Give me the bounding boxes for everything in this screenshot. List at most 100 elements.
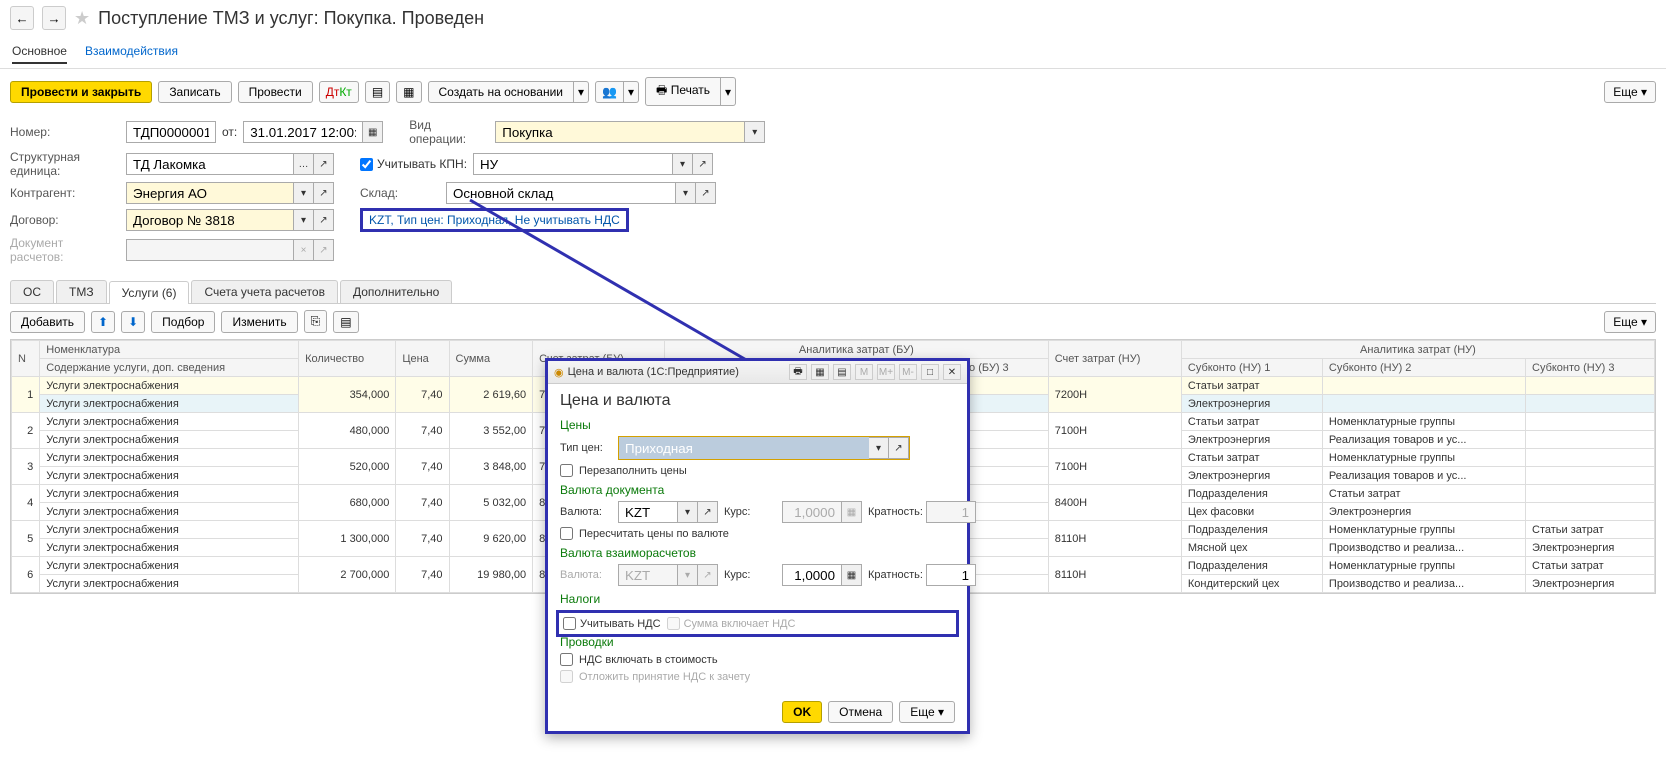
kpn-label: Учитывать КПН: xyxy=(377,157,467,171)
refill-prices-checkbox[interactable] xyxy=(560,464,573,477)
m-plus-button[interactable]: M+ xyxy=(877,364,895,380)
warehouse-field[interactable] xyxy=(446,182,676,204)
ok-button[interactable]: OK xyxy=(782,701,822,723)
tab-services[interactable]: Услуги (6) xyxy=(109,281,190,304)
col-acct-nu: Счет затрат (НУ) xyxy=(1048,341,1181,377)
kpn-field[interactable] xyxy=(473,153,673,175)
print-button[interactable]: 🖶 Печать xyxy=(645,77,721,106)
doc-curr-field[interactable] xyxy=(618,501,678,523)
settle-curr-label: Валюта: xyxy=(560,569,612,581)
contract-dd[interactable]: ▾ xyxy=(294,209,314,231)
maximize-icon[interactable]: □ xyxy=(921,364,939,380)
warehouse-dd[interactable]: ▾ xyxy=(676,182,696,204)
refill-prices-label: Перезаполнить цены xyxy=(579,465,687,477)
doc-curr-open[interactable]: ↗ xyxy=(698,501,718,523)
kpn-open[interactable]: ↗ xyxy=(693,153,713,175)
close-icon[interactable]: ✕ xyxy=(943,364,961,380)
tab-interactions[interactable]: Взаимодействия xyxy=(85,40,178,64)
fill-button[interactable]: 👥 xyxy=(595,81,624,103)
price-type-open[interactable]: ↗ xyxy=(889,437,909,459)
move-down-button[interactable]: ⬇ xyxy=(121,311,145,333)
dialog-more-button[interactable]: Еще ▾ xyxy=(899,701,955,723)
org-field[interactable] xyxy=(126,153,294,175)
doc-mult-label: Кратность: xyxy=(868,506,920,518)
optype-field[interactable] xyxy=(495,121,745,143)
contract-open[interactable]: ↗ xyxy=(314,209,334,231)
print-dd[interactable]: ▾ xyxy=(721,77,736,106)
tab-os[interactable]: ОС xyxy=(10,280,54,303)
kpn-dd[interactable]: ▾ xyxy=(673,153,693,175)
back-button[interactable]: ← xyxy=(10,6,34,30)
price-type-dd[interactable]: ▾ xyxy=(869,437,889,459)
vat-in-cost-checkbox[interactable] xyxy=(560,653,573,666)
recalc-label: Пересчитать цены по валюте xyxy=(579,528,729,540)
settlement-doc-field xyxy=(126,239,294,261)
calendar-icon[interactable]: ▦ xyxy=(363,121,383,143)
price-type-field[interactable] xyxy=(619,437,869,459)
number-field[interactable] xyxy=(126,121,216,143)
kpn-checkbox[interactable] xyxy=(360,158,373,171)
tab-additional[interactable]: Дополнительно xyxy=(340,280,452,303)
settle-mult-field[interactable] xyxy=(926,564,976,586)
col-n: N xyxy=(12,341,40,377)
defer-vat-label: Отложить принятие НДС к зачету xyxy=(579,671,750,683)
col-sum: Сумма xyxy=(449,341,533,377)
settlement-doc-open: ↗ xyxy=(314,239,334,261)
doc-mult-field xyxy=(926,501,976,523)
counterparty-dd[interactable]: ▾ xyxy=(294,182,314,204)
settle-rate-field[interactable] xyxy=(782,564,842,586)
org-label: Структурная единица: xyxy=(10,150,120,178)
contract-field[interactable] xyxy=(126,209,294,231)
m-button[interactable]: M xyxy=(855,364,873,380)
write-button[interactable]: Записать xyxy=(158,81,231,103)
counterparty-open[interactable]: ↗ xyxy=(314,182,334,204)
edit-button[interactable]: Изменить xyxy=(221,311,297,333)
doc-curr-dd[interactable]: ▾ xyxy=(678,501,698,523)
vat-consider-checkbox[interactable] xyxy=(563,617,576,630)
org-open[interactable]: ↗ xyxy=(314,153,334,175)
favorite-star-icon[interactable]: ★ xyxy=(74,8,90,29)
warehouse-label: Склад: xyxy=(360,186,440,200)
doc-rate-calc: ▦ xyxy=(842,501,862,523)
doc-icon[interactable]: ▦ xyxy=(811,364,829,380)
optype-dd[interactable]: ▾ xyxy=(745,121,765,143)
tab-accounts[interactable]: Счета учета расчетов xyxy=(191,280,337,303)
doc-rate-label: Курс: xyxy=(724,506,776,518)
fill-dd[interactable]: ▾ xyxy=(624,81,639,103)
add-row-button[interactable]: Добавить xyxy=(10,311,85,333)
more-button[interactable]: Еще ▾ xyxy=(1604,81,1656,103)
create-based-button[interactable]: Создать на основании xyxy=(428,81,575,103)
print-icon[interactable]: 🖶 xyxy=(789,364,807,380)
section-prices: Цены xyxy=(560,418,955,432)
recalc-checkbox[interactable] xyxy=(560,527,573,540)
report-button[interactable]: ▦ xyxy=(396,81,421,103)
cancel-button[interactable]: Отмена xyxy=(828,701,893,723)
tab-main[interactable]: Основное xyxy=(12,40,67,64)
dt-kt-button[interactable]: ДтКт xyxy=(319,81,359,103)
col-content: Содержание услуги, доп. сведения xyxy=(40,359,299,377)
move-up-button[interactable]: ⬆ xyxy=(91,311,115,333)
calc-icon[interactable]: ▤ xyxy=(833,364,851,380)
counterparty-field[interactable] xyxy=(126,182,294,204)
settlement-doc-label: Документ расчетов: xyxy=(10,236,120,264)
price-currency-link[interactable]: KZT, Тип цен: Приходная, Не учитывать НД… xyxy=(360,208,629,232)
m-minus-button[interactable]: M- xyxy=(899,364,917,380)
pick-button[interactable]: Подбор xyxy=(151,311,215,333)
tab-tmz[interactable]: ТМЗ xyxy=(56,280,107,303)
post-and-close-button[interactable]: Провести и закрыть xyxy=(10,81,152,103)
section-taxes: Налоги xyxy=(560,592,955,606)
price-type-label: Тип цен: xyxy=(560,442,612,454)
counterparty-label: Контрагент: xyxy=(10,186,120,200)
create-based-dd[interactable]: ▾ xyxy=(574,81,589,103)
price-currency-dialog: ◉ Цена и валюта (1С:Предприятие) 🖶 ▦ ▤ M… xyxy=(545,358,970,734)
settle-rate-calc[interactable]: ▦ xyxy=(842,564,862,586)
structure-button[interactable]: ▤ xyxy=(365,81,390,103)
org-select[interactable]: … xyxy=(294,153,314,175)
paste-button[interactable]: ▤ xyxy=(333,311,358,333)
post-button[interactable]: Провести xyxy=(238,81,313,103)
warehouse-open[interactable]: ↗ xyxy=(696,182,716,204)
copy-button[interactable]: ⎘ xyxy=(304,310,328,333)
table-more-button[interactable]: Еще ▾ xyxy=(1604,311,1656,333)
date-field[interactable] xyxy=(243,121,363,143)
forward-button[interactable]: → xyxy=(42,6,66,30)
